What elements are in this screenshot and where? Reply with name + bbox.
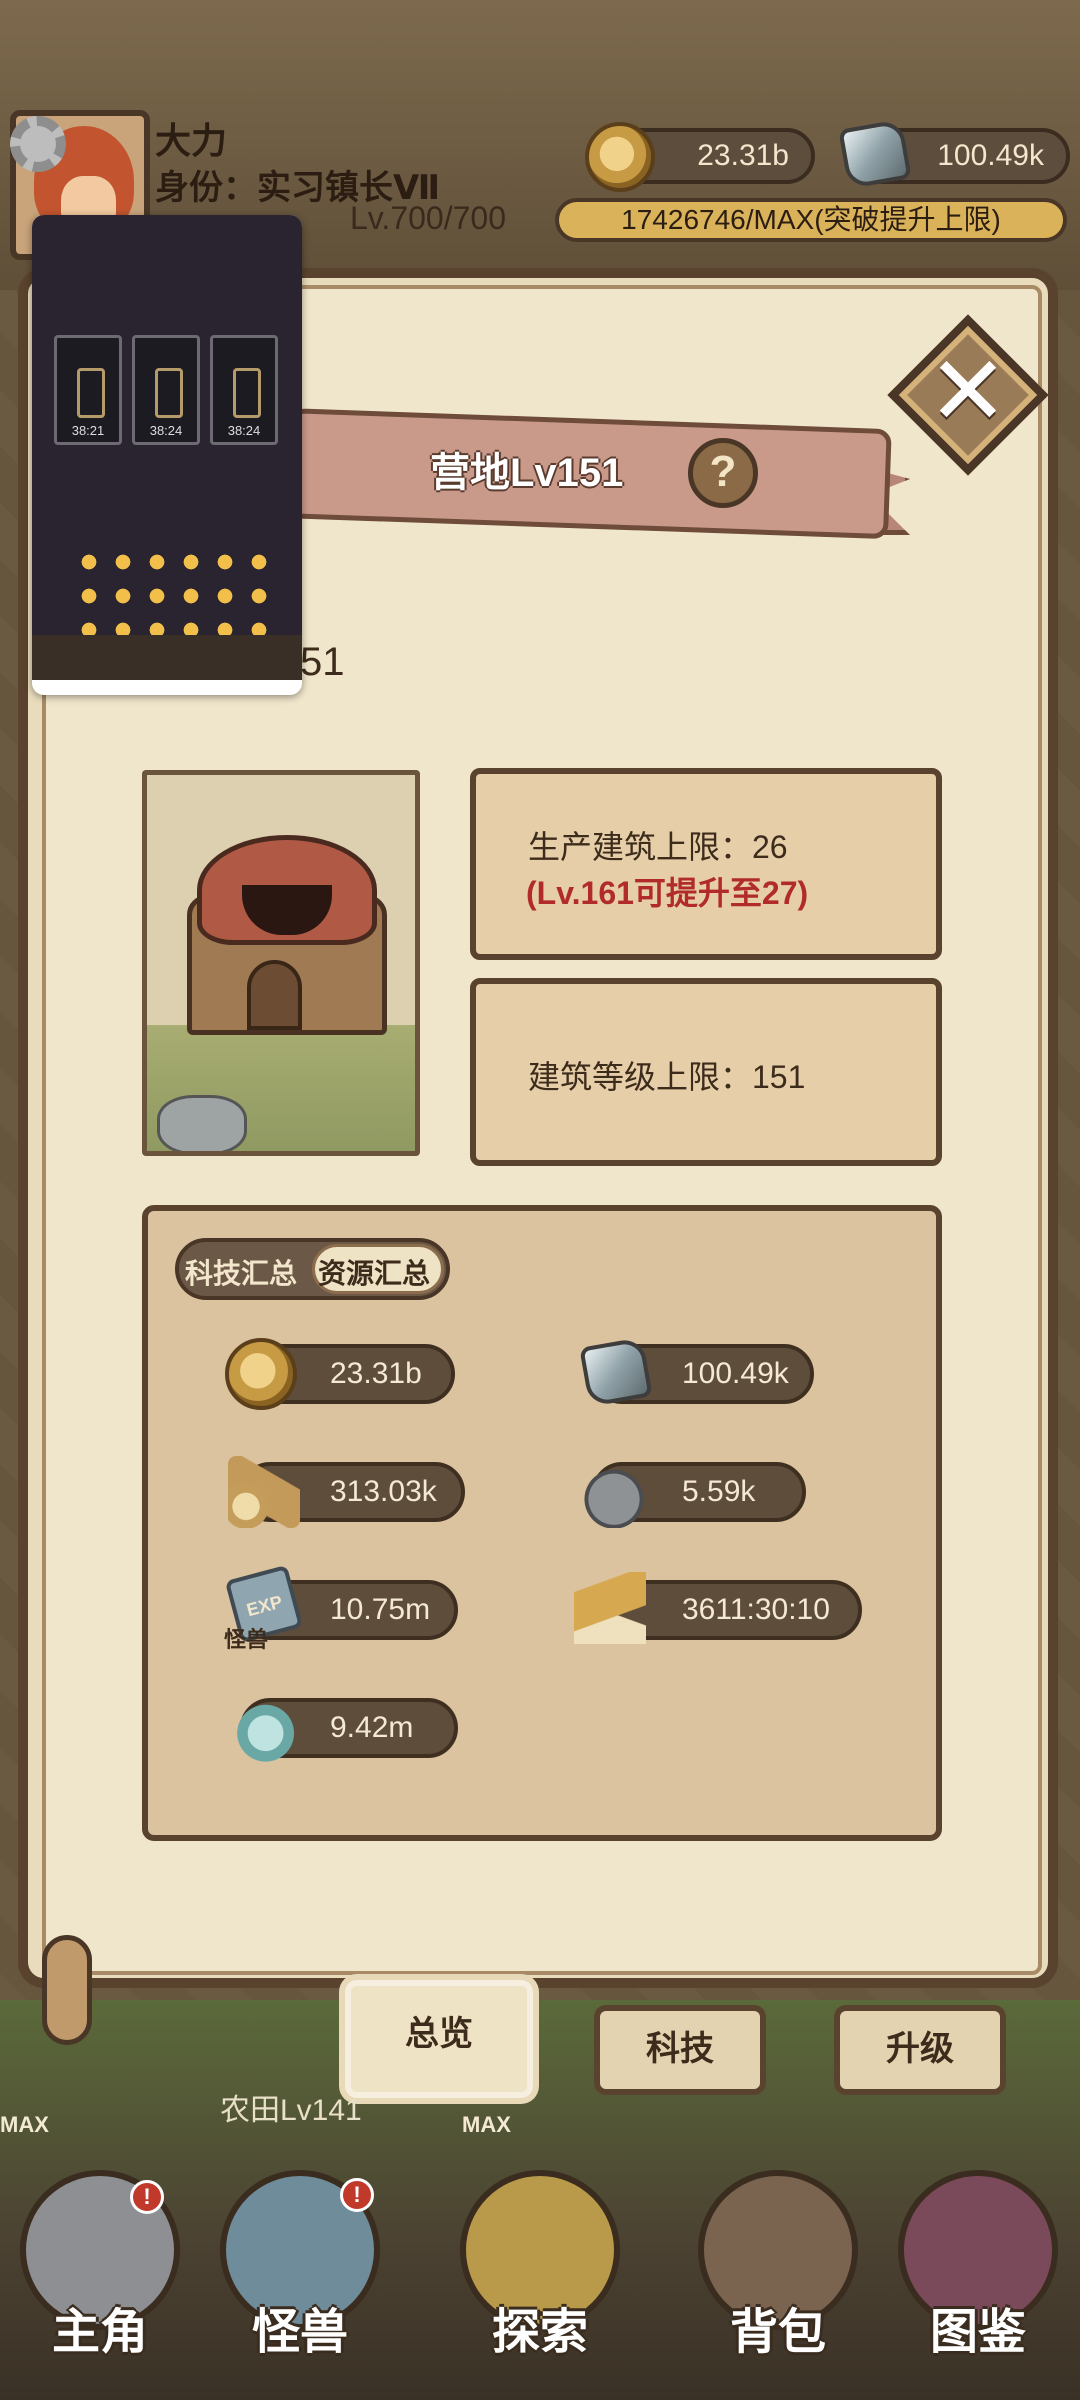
farm-level-label: 农田Lv141 <box>220 2094 362 2127</box>
player-level: Lv.700/700 <box>350 200 506 236</box>
scroll-handle[interactable] <box>42 1935 92 2045</box>
hourglass-icon <box>155 368 183 418</box>
floating-mini-window[interactable]: 38:21 38:24 38:24 <box>32 215 302 695</box>
notification-badge: ! <box>340 2178 374 2212</box>
water-drop-icon <box>226 1690 298 1762</box>
top-coin-value: 23.31b <box>697 139 789 172</box>
top-ore-value: 100.49k <box>937 139 1044 172</box>
mini-card: 38:21 <box>54 335 122 445</box>
nav-hero-label: 主角 <box>51 2306 148 2359</box>
help-button[interactable]: ? <box>688 438 758 508</box>
mini-timer: 38:24 <box>149 423 183 438</box>
mini-timer: 38:21 <box>71 423 105 438</box>
monster-exp-value: 10.75m <box>330 1593 431 1626</box>
building-level-limit-text: 建筑等级上限：151 <box>528 1059 806 1095</box>
nav-atlas[interactable]: 图鉴 <box>878 2160 1078 2400</box>
mini-coins <box>72 545 272 635</box>
close-button[interactable]: ✕ <box>887 314 1049 476</box>
tab-tech[interactable]: 科技 <box>594 2005 766 2095</box>
nav-monster[interactable]: ! 怪兽 <box>200 2160 400 2400</box>
nav-explore[interactable]: 探索 <box>440 2160 640 2400</box>
wood-value: 313.03k <box>330 1475 437 1508</box>
max-badge-left: MAX <box>0 2112 49 2137</box>
wood-log-icon <box>228 1456 300 1528</box>
mini-timer: 38:24 <box>227 423 261 438</box>
water-value: 9.42m <box>330 1711 414 1744</box>
nav-atlas-label: 图鉴 <box>929 2306 1026 2359</box>
stone-value: 5.59k <box>682 1475 756 1508</box>
hourglass-icon <box>77 368 105 418</box>
ore-value: 100.49k <box>682 1357 789 1390</box>
level-text-partial: 51 <box>300 640 345 684</box>
tab-resource-summary[interactable]: 资源汇总 <box>318 1252 430 1292</box>
house-door <box>247 960 302 1030</box>
max-badge-middle: MAX <box>462 2112 511 2137</box>
notification-badge: ! <box>130 2180 164 2214</box>
production-limit-text: 生产建筑上限：26 <box>528 829 788 865</box>
time-value: 3611:30:10 <box>682 1593 830 1626</box>
nav-hero[interactable]: ! 主角 <box>0 2160 200 2400</box>
panel-title: 营地Lv151 <box>430 451 624 495</box>
settings-gear-icon[interactable] <box>10 116 66 172</box>
rock <box>157 1095 247 1151</box>
camp-building-image <box>142 770 420 1156</box>
mini-window-screen: 38:21 38:24 38:24 <box>32 215 302 680</box>
upgrade-hint-text: (Lv.161可提升至27) <box>526 875 809 911</box>
close-icon: ✕ <box>927 338 1009 445</box>
mini-card: 38:24 <box>132 335 200 445</box>
nav-bag-label: 背包 <box>729 2306 826 2359</box>
player-name: 大力 <box>155 120 228 161</box>
tab-tech-summary[interactable]: 科技汇总 <box>185 1252 297 1292</box>
mini-dock <box>32 635 302 680</box>
tab-overview[interactable]: 总览 <box>345 1980 533 2098</box>
exp-bar: 17426746/MAX(突破提升上限) <box>555 198 1067 242</box>
mini-card: 38:24 <box>210 335 278 445</box>
hourglass-icon <box>233 368 261 418</box>
nav-bag[interactable]: 背包 <box>678 2160 878 2400</box>
nav-explore-label: 探索 <box>491 2306 588 2359</box>
nav-monster-label: 怪兽 <box>251 2306 348 2359</box>
coin-icon <box>225 1338 297 1410</box>
time-scroll-icon <box>574 1572 646 1644</box>
coins-value: 23.31b <box>330 1357 422 1390</box>
tab-upgrade[interactable]: 升级 <box>834 2005 1006 2095</box>
stone-icon <box>578 1456 650 1528</box>
monster-exp-icon-label: 怪兽 <box>224 1627 269 1652</box>
coin-icon <box>585 122 655 192</box>
